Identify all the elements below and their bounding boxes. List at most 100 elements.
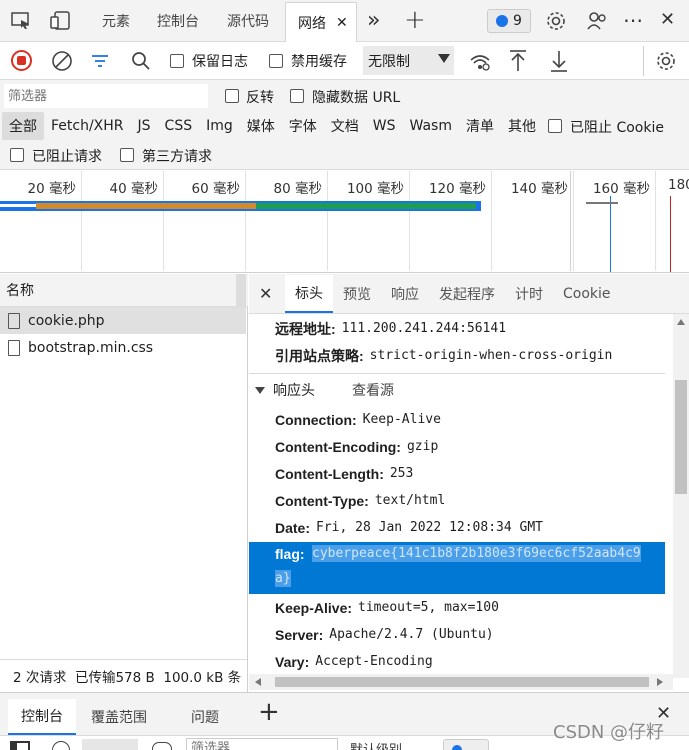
record-icon[interactable] bbox=[11, 50, 32, 71]
vertical-scroll-thumb[interactable] bbox=[675, 380, 687, 494]
tab-initiator[interactable]: 发起程序 bbox=[429, 275, 505, 313]
request-name: cookie.php bbox=[28, 312, 105, 329]
header-row: Server: Apache/2.4.7 (Ubuntu) bbox=[249, 621, 665, 648]
filter-doc[interactable]: 文档 bbox=[324, 112, 366, 140]
inspect-element-icon[interactable] bbox=[10, 11, 32, 31]
tab-response[interactable]: 响应 bbox=[381, 275, 429, 313]
more-tabs-icon[interactable]: » bbox=[367, 8, 380, 33]
log-level-select[interactable]: 默认级别 bbox=[350, 739, 402, 750]
context-selector[interactable] bbox=[82, 739, 138, 750]
header-key: Content-Length: bbox=[275, 465, 384, 482]
scroll-left-arrow-icon[interactable] bbox=[255, 678, 261, 686]
tab-network[interactable]: 网络 ✕ bbox=[285, 2, 357, 42]
column-header-label: 名称 bbox=[6, 283, 34, 299]
header-value: Keep-Alive bbox=[362, 412, 441, 427]
header-value: 253 bbox=[389, 466, 414, 481]
column-header-name[interactable]: 名称 bbox=[0, 274, 248, 307]
tab-timing[interactable]: 计时 bbox=[505, 275, 553, 313]
tab-preview[interactable]: 预览 bbox=[333, 275, 381, 313]
header-row: Keep-Alive: timeout=5, max=100 bbox=[249, 594, 665, 621]
device-toolbar-icon[interactable] bbox=[50, 11, 72, 31]
request-row-cookie-php[interactable]: cookie.php bbox=[0, 307, 246, 334]
filter-img[interactable]: Img bbox=[199, 112, 240, 140]
issues-badge[interactable]: 9 bbox=[487, 9, 531, 33]
devtools-topbar: 元素 控制台 源代码 网络 ✕ » + 9 ⋯ ✕ bbox=[0, 0, 689, 42]
filter-other[interactable]: 其他 bbox=[501, 112, 543, 140]
add-drawer-tab-icon[interactable]: + bbox=[258, 697, 280, 727]
issues-icon bbox=[452, 745, 462, 750]
third-party-checkbox[interactable] bbox=[120, 148, 134, 162]
tab-headers[interactable]: 标头 bbox=[285, 275, 333, 313]
filter-ws[interactable]: WS bbox=[366, 112, 403, 140]
search-icon[interactable] bbox=[131, 51, 151, 71]
header-key: Keep-Alive: bbox=[275, 599, 353, 616]
network-conditions-icon[interactable] bbox=[469, 52, 491, 72]
tab-elements[interactable]: 元素 bbox=[89, 0, 143, 42]
filter-manifest[interactable]: 清单 bbox=[459, 112, 501, 140]
close-devtools-icon[interactable]: ✕ bbox=[660, 9, 675, 30]
close-tab-icon[interactable]: ✕ bbox=[336, 15, 348, 31]
console-issues-badge[interactable] bbox=[443, 739, 489, 750]
header-key: Content-Type: bbox=[275, 492, 369, 509]
scroll-up-arrow-icon[interactable] bbox=[677, 319, 685, 325]
clear-console-icon[interactable] bbox=[52, 741, 70, 750]
drawer-tab-coverage[interactable]: 覆盖范围 bbox=[78, 699, 160, 735]
vertical-scrollbar[interactable] bbox=[673, 314, 689, 678]
filter-all[interactable]: 全部 bbox=[2, 112, 44, 140]
filter-wasm[interactable]: Wasm bbox=[403, 112, 459, 140]
hide-data-urls-label: 隐藏数据 URL bbox=[312, 90, 401, 106]
header-row: 远程地址: 111.200.241.244:56141 bbox=[249, 315, 665, 342]
drawer-tab-console[interactable]: 控制台 bbox=[8, 699, 76, 735]
list-scrollbar[interactable] bbox=[236, 274, 246, 306]
filter-input[interactable] bbox=[4, 84, 208, 108]
drawer-tab-issues[interactable]: 问题 bbox=[178, 699, 232, 735]
flag-value-line2[interactable]: a} bbox=[275, 570, 291, 587]
timeline-overview[interactable]: 20 毫秒 40 毫秒 60 毫秒 80 毫秒 100 毫秒 120 毫秒 140 毫秒 16… bbox=[0, 171, 689, 273]
close-details-icon[interactable]: ✕ bbox=[259, 284, 272, 303]
horizontal-scrollbar[interactable] bbox=[249, 674, 673, 690]
sidebar-toggle-icon[interactable] bbox=[10, 741, 30, 750]
status-bar: 2 次请求 已传输578 B 100.0 kB 条 bbox=[0, 659, 247, 692]
filter-fetch-xhr[interactable]: Fetch/XHR bbox=[44, 112, 131, 140]
response-headers-section[interactable]: 响应头 查看源 bbox=[249, 374, 665, 406]
network-settings-gear-icon[interactable] bbox=[655, 50, 677, 72]
clear-icon[interactable] bbox=[51, 50, 73, 72]
tab-console[interactable]: 控制台 bbox=[144, 0, 212, 42]
console-filter-input[interactable] bbox=[186, 738, 338, 750]
filter-js[interactable]: JS bbox=[131, 112, 158, 140]
export-har-icon[interactable] bbox=[550, 49, 568, 73]
tab-sources[interactable]: 源代码 bbox=[214, 0, 282, 42]
filter-font[interactable]: 字体 bbox=[282, 112, 324, 140]
dom-content-loaded-line bbox=[610, 196, 611, 272]
header-row-flag[interactable]: flag: cyberpeace{141c1b8f2b180e3f69ec6cf… bbox=[249, 542, 665, 594]
file-icon bbox=[8, 312, 20, 329]
filter-css[interactable]: CSS bbox=[158, 112, 200, 140]
header-key: Vary: bbox=[275, 653, 310, 670]
scroll-right-arrow-icon[interactable] bbox=[657, 678, 663, 686]
view-source-link[interactable]: 查看源 bbox=[352, 380, 394, 400]
disable-cache-checkbox[interactable] bbox=[269, 54, 283, 68]
settings-gear-icon[interactable] bbox=[545, 10, 567, 32]
flag-value-line1[interactable]: cyberpeace{141c1b8f2b180e3f69ec6cf52aab4… bbox=[312, 545, 641, 562]
invert-checkbox[interactable] bbox=[225, 89, 239, 103]
import-har-icon[interactable] bbox=[509, 49, 527, 73]
header-row: Date: Fri, 28 Jan 2022 12:08:34 GMT bbox=[249, 514, 665, 541]
header-row: Vary: Accept-Encoding bbox=[249, 648, 665, 674]
eye-icon[interactable] bbox=[152, 742, 172, 750]
blocked-requests-checkbox[interactable] bbox=[10, 148, 24, 162]
more-options-icon[interactable]: ⋯ bbox=[623, 8, 643, 32]
tab-cookies[interactable]: Cookie bbox=[553, 275, 621, 313]
horizontal-scroll-thumb[interactable] bbox=[275, 677, 649, 687]
add-tab-icon[interactable]: + bbox=[404, 5, 426, 35]
filter-icon[interactable] bbox=[90, 52, 110, 70]
preserve-log-checkbox[interactable] bbox=[170, 54, 184, 68]
hide-data-urls-checkbox[interactable] bbox=[290, 89, 304, 103]
request-row-bootstrap[interactable]: bootstrap.min.css bbox=[0, 334, 246, 361]
header-value: text/html bbox=[374, 493, 446, 508]
invert-label: 反转 bbox=[246, 90, 274, 106]
timeline-selection-overlay bbox=[0, 171, 571, 271]
filter-media[interactable]: 媒体 bbox=[240, 112, 282, 140]
profile-icon[interactable] bbox=[586, 10, 608, 32]
blocked-cookies-checkbox[interactable] bbox=[548, 119, 562, 133]
throttle-select[interactable]: 无限制 bbox=[363, 46, 454, 75]
